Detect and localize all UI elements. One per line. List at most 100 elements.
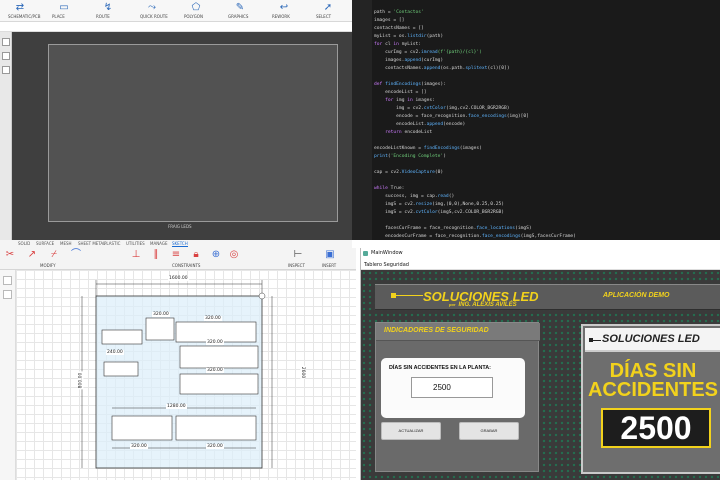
code-token: )	[443, 154, 446, 159]
tab-mesh[interactable]: MESH	[60, 241, 72, 246]
app-content: SOLUCIONES LED por ING. ALEXIS AVILÉS APL…	[361, 270, 720, 480]
layers-icon[interactable]	[2, 52, 10, 60]
code-token: face_encodings	[481, 234, 521, 239]
cad-ribbon: SOLID SURFACE MESH SHEET METAL PLASTIC UTILIT…	[0, 240, 356, 270]
screenshot-collage: ⇄ SCHEMATIC/PCB ▭ PLACE ↯ ROUTE ⤳ QUICK ROUTE ⬠ P…	[0, 0, 720, 480]
coincident-icon[interactable]: ⊥	[130, 249, 142, 261]
tab-utilities[interactable]: UTILITIES	[126, 241, 145, 246]
group-title: INDICADORES DE SEGURIDAD	[384, 327, 489, 334]
route-icon: ↯	[103, 2, 113, 13]
board-silkscreen: FRAIG LEDS	[168, 224, 192, 229]
tab-sketch[interactable]: SKETCH	[172, 241, 188, 247]
pcb-left-toolbar	[0, 32, 12, 240]
break-icon[interactable]: ⌿	[48, 249, 60, 261]
dimension-height[interactable]: 2600	[300, 365, 306, 380]
pcb-tool-graphics[interactable]: ✎ GRAPHICS	[228, 2, 252, 21]
image-icon[interactable]: ▣	[324, 249, 336, 261]
dimension-left-h[interactable]: 800.00	[78, 371, 84, 390]
code-token: print	[374, 154, 388, 159]
pcb-tool-select[interactable]: ➚ SELECT	[316, 2, 340, 21]
pcb-tool-route[interactable]: ↯ ROUTE	[96, 2, 120, 21]
trim-icon[interactable]: ✂	[4, 249, 16, 261]
code-token: 'Encoding Complete'	[390, 154, 444, 159]
pcb-tool-quick-route[interactable]: ⤳ QUICK ROUTE	[140, 2, 168, 21]
days-input[interactable]: 2500	[411, 377, 493, 398]
code-token: ()	[448, 194, 455, 199]
browser-toggle-icon[interactable]	[3, 276, 12, 285]
symmetry-icon[interactable]: ⊕	[210, 249, 222, 261]
desktop-app-window: MainWindow Tablero Seguridad SOLUCIONES …	[360, 248, 720, 480]
pcb-tool-polygon[interactable]: ⬠ POLYGON	[184, 2, 208, 21]
visibility-icon[interactable]	[3, 290, 12, 299]
brand-subtitle: por ING. ALEXIS AVILÉS	[449, 302, 517, 308]
code-token: facesCurFrame = face_recognition.	[374, 226, 477, 231]
code-token: encodesCurFrame = face_recognition.	[374, 234, 482, 239]
sketch-cutout	[103, 361, 139, 377]
window-titlebar[interactable]: MainWindow	[361, 248, 720, 260]
led-logo-line	[395, 295, 423, 296]
place-icon: ▭	[59, 2, 69, 13]
code-token: listdir	[407, 34, 427, 39]
graphics-icon: ✎	[235, 2, 245, 13]
save-button[interactable]: GRABAR	[459, 422, 519, 440]
display-brand: SOLUCIONES LED	[602, 333, 700, 345]
fillet-icon[interactable]: ⌒	[70, 249, 82, 261]
group-insert[interactable]: INSERT	[322, 263, 336, 268]
pcb-tool-rework[interactable]: ↩ REWORK	[272, 2, 296, 21]
pcb-tool-place[interactable]: ▭ PLACE	[52, 2, 76, 21]
tab-plastic[interactable]: PLASTIC	[104, 241, 120, 246]
pcb-canvas[interactable]: FRAIG LEDS	[12, 32, 352, 240]
group-constraints[interactable]: CONSTRAINTS	[172, 263, 200, 268]
code-token: (0)	[434, 170, 444, 175]
pcb-toolbar: ⇄ SCHEMATIC/PCB ▭ PLACE ↯ ROUTE ⤳ QUICK ROUTE ⬠ P…	[0, 0, 352, 22]
measure-icon[interactable]: ⊢	[292, 249, 304, 261]
tab-surface[interactable]: SURFACE	[36, 241, 54, 246]
sketch-cutout	[101, 329, 143, 345]
code-editor-panel[interactable]: path = 'Contactos' images = [] contactsNam…	[352, 0, 720, 240]
lock-icon[interactable]: 🔒︎	[190, 249, 202, 261]
pcb-board	[48, 44, 338, 222]
pcb-editor-panel: ⇄ SCHEMATIC/PCB ▭ PLACE ↯ ROUTE ⤳ QUICK ROUTE ⬠ P…	[0, 0, 352, 240]
code-token: (imgS)	[515, 226, 532, 231]
update-button[interactable]: ACTUALIZAR	[381, 422, 441, 440]
window-title: MainWindow	[371, 250, 403, 256]
sketch-cutout	[175, 321, 257, 343]
dimension-slot-c[interactable]: 320.00	[206, 340, 224, 345]
circle-icon[interactable]: ◎	[228, 249, 240, 261]
tab-solid[interactable]: SOLID	[18, 241, 30, 246]
dimension-slot-d[interactable]: 320.00	[206, 368, 224, 373]
pcb-tool-label: SCHEMATIC/PCB	[8, 14, 41, 19]
code-token: (curImg)	[421, 58, 444, 63]
dimension-slot-e[interactable]: 320.00	[130, 444, 148, 449]
dimension-mid-h[interactable]: 240.00	[106, 350, 124, 355]
group-modify[interactable]: MODIFY	[40, 263, 56, 268]
menu-item-tablero[interactable]: Tablero Seguridad	[364, 262, 409, 268]
dimension-slot-b[interactable]: 320.00	[204, 316, 222, 321]
tab-sheet-metal[interactable]: SHEET METAL	[78, 241, 105, 246]
sketch-canvas[interactable]: 1600.00 2600 1280.00 320.00 320.00 320.00 320.…	[16, 270, 356, 480]
code-token: face_locations	[476, 226, 516, 231]
code-token: splitext	[465, 66, 488, 71]
dimension-slot-a[interactable]: 320.00	[152, 312, 170, 317]
dimension-inner-width[interactable]: 1280.00	[166, 404, 187, 409]
code-token: images.	[374, 58, 405, 63]
pcb-tool-label: POLYGON	[184, 14, 203, 19]
grid-icon[interactable]	[2, 66, 10, 74]
group-inspect[interactable]: INSPECT	[288, 263, 305, 268]
dimension-total-width[interactable]: 1600.00	[168, 276, 189, 281]
pcb-tool-schematic-pcb[interactable]: ⇄ SCHEMATIC/PCB	[8, 2, 40, 21]
schematic-icon: ⇄	[15, 2, 25, 13]
info-icon[interactable]	[2, 38, 10, 46]
tab-manage[interactable]: MANAGE	[150, 241, 167, 246]
code-token: (img,(0,0),None,0.25,0.25)	[432, 202, 505, 207]
code-token: contactsNames = []	[374, 26, 424, 31]
tangent-icon[interactable]: ≡	[170, 249, 182, 261]
parallel-icon[interactable]: ∥	[150, 249, 162, 261]
code-token: images:	[412, 98, 435, 103]
extend-icon[interactable]: ↗	[26, 249, 38, 261]
code-token: (path)	[426, 34, 444, 39]
code-token: read	[437, 194, 449, 199]
dimension-slot-f[interactable]: 320.00	[206, 444, 224, 449]
line-gutter	[352, 0, 372, 240]
code-token: append	[404, 58, 422, 63]
